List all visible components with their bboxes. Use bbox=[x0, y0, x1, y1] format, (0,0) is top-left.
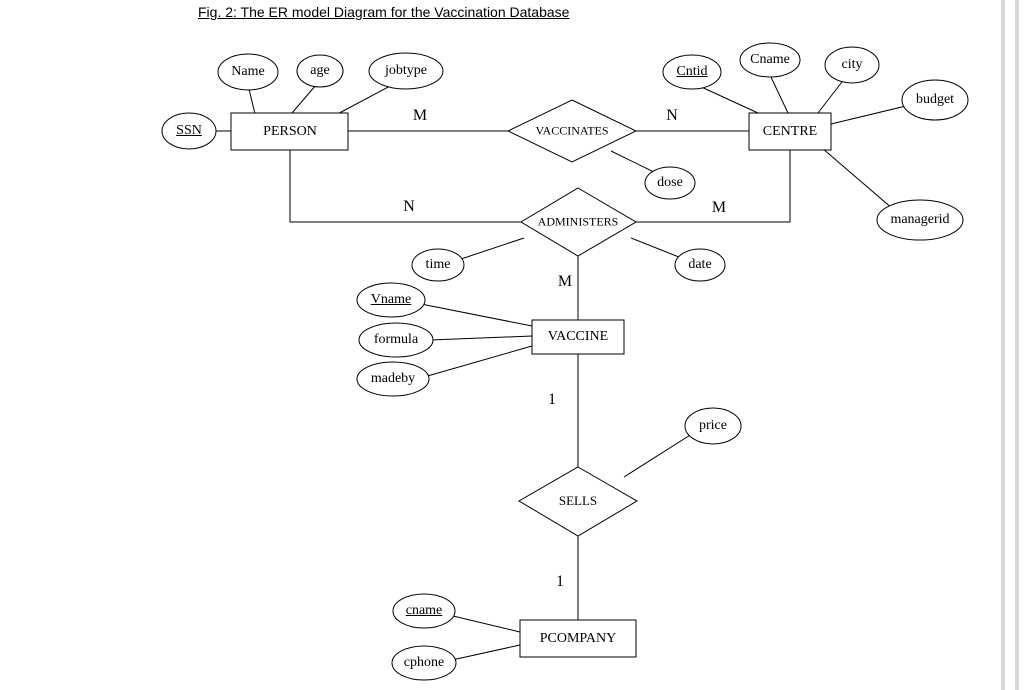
card-sells-pcompany: 1 bbox=[556, 573, 564, 591]
attr-name: Name bbox=[231, 64, 264, 80]
attr-cname-centre: Cname bbox=[750, 52, 790, 68]
attr-date: date bbox=[688, 257, 711, 273]
attr-dose: dose bbox=[657, 175, 683, 191]
card-administers-vaccine: M bbox=[558, 273, 572, 291]
entity-person: PERSON bbox=[263, 124, 317, 140]
rel-administers: ADMINISTERS bbox=[538, 215, 619, 230]
attr-madeby: madeby bbox=[371, 371, 415, 387]
card-administers-centre: M bbox=[712, 199, 726, 217]
card-vaccinates-person: M bbox=[413, 107, 427, 125]
rel-sells: SELLS bbox=[559, 493, 597, 509]
attr-price: price bbox=[699, 418, 727, 434]
attr-ssn: SSN bbox=[176, 123, 202, 139]
attr-formula: formula bbox=[374, 332, 418, 348]
attr-cname-pcompany: cname bbox=[406, 603, 443, 619]
attr-jobtype: jobtype bbox=[385, 63, 427, 79]
attr-managerid: managerid bbox=[890, 212, 949, 228]
card-vaccinates-centre: N bbox=[666, 107, 678, 125]
entity-vaccine: VACCINE bbox=[548, 329, 608, 345]
er-diagram: Fig. 2: The ER model Diagram for the Vac… bbox=[0, 0, 1024, 690]
entity-pcompany: PCOMPANY bbox=[540, 631, 617, 647]
attr-time: time bbox=[426, 257, 451, 273]
attr-city: city bbox=[842, 57, 863, 73]
attr-budget: budget bbox=[916, 92, 954, 108]
rel-vaccinates: VACCINATES bbox=[535, 124, 608, 139]
card-administers-person: N bbox=[403, 198, 415, 216]
card-sells-vaccine: 1 bbox=[548, 391, 556, 409]
attr-cphone: cphone bbox=[404, 655, 444, 671]
attr-cntid: Cntid bbox=[676, 64, 707, 80]
attr-age: age bbox=[310, 63, 329, 79]
er-svg bbox=[0, 0, 1024, 690]
entity-centre: CENTRE bbox=[763, 124, 817, 140]
attr-vname: Vname bbox=[371, 292, 411, 308]
